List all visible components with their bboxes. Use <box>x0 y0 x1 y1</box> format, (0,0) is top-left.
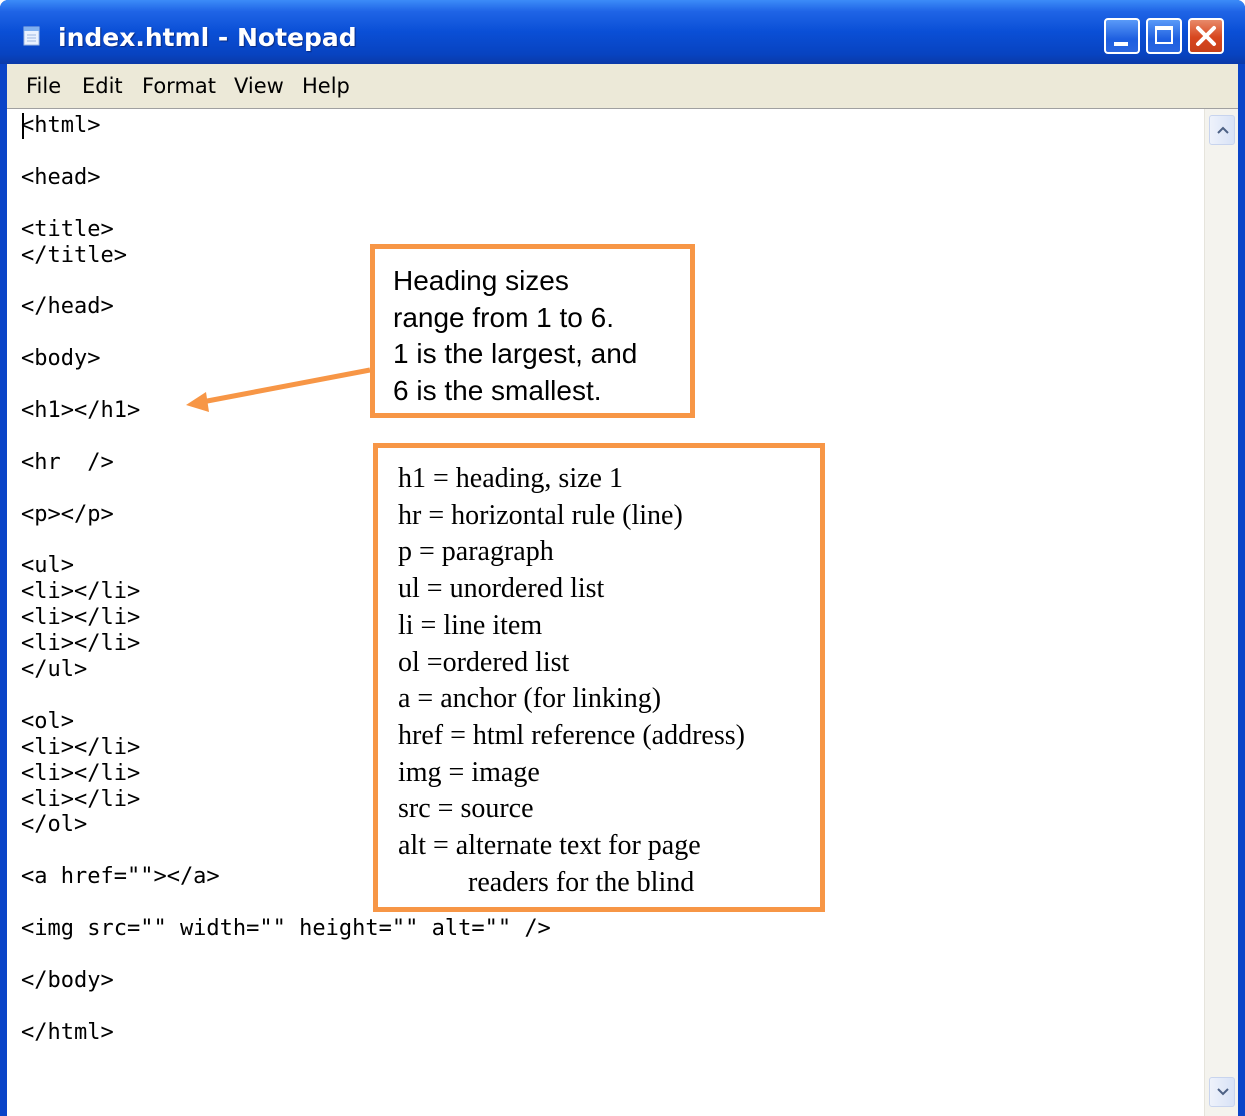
menu-bar: File Edit Format View Help <box>7 64 1238 108</box>
scroll-down-icon <box>1217 1088 1229 1096</box>
scroll-up-button[interactable] <box>1209 115 1235 145</box>
menu-file[interactable]: File <box>26 74 61 98</box>
minimize-button[interactable] <box>1104 18 1140 54</box>
scroll-down-button[interactable] <box>1209 1077 1235 1107</box>
title-bar[interactable]: index.html - Notepad <box>0 0 1245 64</box>
callout-line: Heading sizes <box>393 265 569 296</box>
glossary-line: hr = horizontal rule (line) <box>398 499 683 531</box>
glossary-line: alt = alternate text for page <box>398 830 701 862</box>
maximize-icon <box>1155 26 1173 44</box>
tag-glossary-callout: h1 = heading, size 1 hr = horizontal rul… <box>373 443 825 912</box>
glossary-line: img = image <box>398 756 540 788</box>
minimize-icon <box>1114 42 1128 46</box>
menu-help[interactable]: Help <box>302 74 350 98</box>
text-cursor <box>22 113 24 139</box>
window-title: index.html - Notepad <box>58 23 357 52</box>
glossary-line: h1 = heading, size 1 <box>398 463 623 494</box>
menu-format[interactable]: Format <box>142 74 216 98</box>
heading-sizes-callout: Heading sizes range from 1 to 6. 1 is th… <box>370 244 695 418</box>
close-icon <box>1196 26 1216 46</box>
close-button[interactable] <box>1188 18 1224 54</box>
callout-line: 6 is the smallest. <box>393 374 602 406</box>
glossary-line: href = html reference (address) <box>398 719 745 751</box>
notepad-icon <box>23 26 40 46</box>
scroll-up-icon <box>1217 126 1229 134</box>
callout-line: 1 is the largest, and <box>393 338 638 369</box>
callout-line: range from 1 to 6. <box>393 301 615 333</box>
glossary-line: li = line item <box>398 609 543 641</box>
menu-view[interactable]: View <box>234 74 284 98</box>
glossary-line: ol =ordered list <box>398 646 570 678</box>
glossary-line: p = paragraph <box>398 536 554 568</box>
vertical-scrollbar[interactable] <box>1204 109 1238 1116</box>
glossary-line: ul = unordered list <box>398 573 605 605</box>
glossary-line: readers for the blind <box>468 866 695 898</box>
maximize-button[interactable] <box>1146 18 1182 54</box>
glossary-line: src = source <box>398 793 534 825</box>
menu-edit[interactable]: Edit <box>82 74 123 98</box>
glossary-line: a = anchor (for linking) <box>398 683 662 715</box>
